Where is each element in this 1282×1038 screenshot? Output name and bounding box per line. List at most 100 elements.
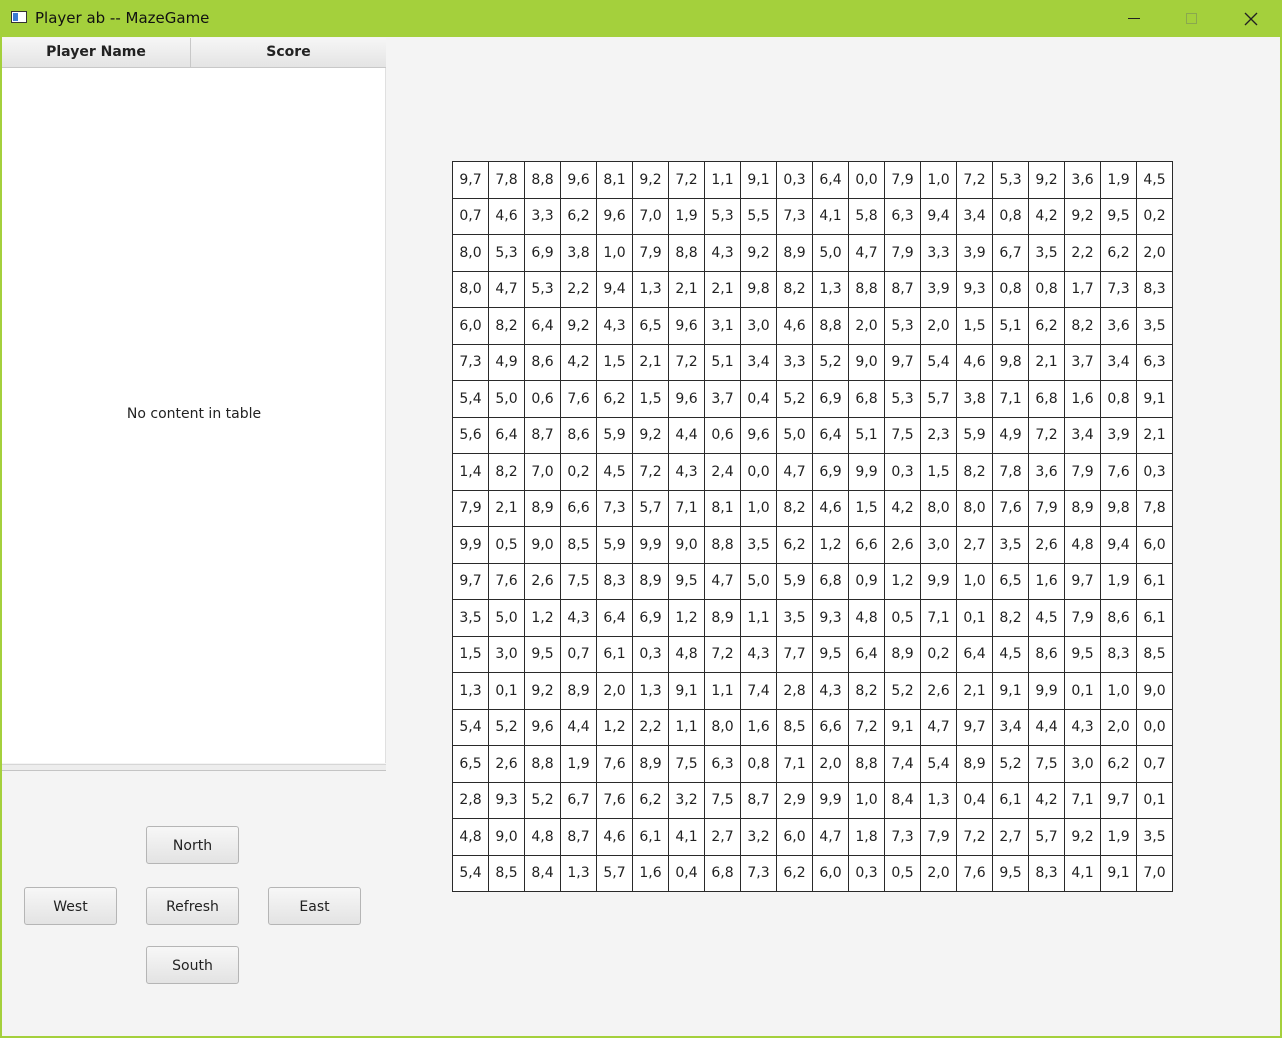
score-table[interactable]: Player Name Score No content in table: [2, 38, 386, 763]
maze-cell: 0,7: [452, 197, 489, 235]
maze-cell: 2,7: [956, 526, 993, 564]
maze-cell: 4,3: [1064, 708, 1101, 746]
maze-cell: 5,2: [992, 745, 1029, 783]
maze-cell: 4,7: [920, 708, 957, 746]
west-button[interactable]: West: [24, 887, 117, 925]
maze-cell: 7,6: [560, 380, 597, 418]
maze-cell: 5,7: [1028, 818, 1065, 856]
maze-cell: 8,8: [812, 307, 849, 345]
maze-cell: 8,1: [596, 161, 633, 199]
maze-cell: 5,1: [992, 307, 1029, 345]
maze-cell: 7,6: [992, 489, 1029, 527]
maze-cell: 8,9: [956, 745, 993, 783]
maze-row: 0,7 4,6 3,3 6,2 9,6 7,0 1,9 5,3 5,5 7,3 4,1 5,8 6,3 9…: [452, 197, 1173, 235]
maze-cell: 6,4: [956, 635, 993, 673]
maze-cell: 7,1: [992, 380, 1029, 418]
minimize-button[interactable]: [1105, 0, 1163, 37]
maze-cell: 6,2: [1028, 307, 1065, 345]
maze-cell: 4,8: [1064, 526, 1101, 564]
maze-cell: 7,8: [488, 161, 525, 199]
maze-cell: 3,0: [488, 635, 525, 673]
maze-cell: 2,1: [956, 672, 993, 710]
maze-cell: 8,2: [1064, 307, 1101, 345]
maze-cell: 8,8: [848, 745, 885, 783]
maze-cell: 2,2: [560, 270, 597, 308]
maze-cell: 6,0: [1136, 526, 1173, 564]
close-icon: [1244, 12, 1258, 26]
east-button[interactable]: East: [268, 887, 361, 925]
maze-cell: 4,3: [560, 599, 597, 637]
maze-row: 5,4 5,0 0,6 7,6 6,2 1,5 9,6 3,7 0,4 5,2 6,9 6,8 5,3 5…: [452, 380, 1173, 418]
close-button[interactable]: [1222, 0, 1280, 37]
maze-cell: 2,7: [992, 818, 1029, 856]
maze-cell: 8,3: [1028, 854, 1065, 892]
maze-cell: 1,2: [596, 708, 633, 746]
maze-cell: 4,2: [560, 343, 597, 381]
maze-cell: 7,9: [884, 161, 921, 199]
maze-cell: 2,1: [632, 343, 669, 381]
maze-cell: 7,9: [884, 234, 921, 272]
maze-cell: 8,3: [1136, 270, 1173, 308]
maze-cell: 2,0: [920, 854, 957, 892]
title-bar[interactable]: Player ab -- MazeGame: [0, 0, 1282, 37]
maze-cell: 1,8: [848, 818, 885, 856]
maze-cell: 9,1: [740, 161, 777, 199]
south-button[interactable]: South: [146, 946, 239, 984]
maze-cell: 6,8: [1028, 380, 1065, 418]
maze-cell: 9,0: [668, 526, 705, 564]
maze-row: 5,6 6,4 8,7 8,6 5,9 9,2 4,4 0,6 9,6 5,0 6,4 5,1 7,5 2…: [452, 416, 1173, 454]
maze-cell: 1,0: [596, 234, 633, 272]
north-button[interactable]: North: [146, 826, 239, 864]
maximize-button[interactable]: [1163, 0, 1221, 37]
maze-cell: 4,5: [1136, 161, 1173, 199]
split-divider[interactable]: [2, 764, 386, 771]
maze-cell: 6,7: [992, 234, 1029, 272]
maze-row: 8,0 4,7 5,3 2,2 9,4 1,3 2,1 2,1 9,8 8,2 1,3 8,8 8,7 3…: [452, 270, 1173, 308]
maze-cell: 6,9: [812, 453, 849, 491]
maze-cell: 6,0: [776, 818, 813, 856]
maze-cell: 9,7: [884, 343, 921, 381]
maze-cell: 4,9: [992, 416, 1029, 454]
maze-cell: 9,1: [1100, 854, 1137, 892]
maze-cell: 8,2: [992, 599, 1029, 637]
column-header-score[interactable]: Score: [191, 38, 386, 67]
maze-cell: 7,4: [740, 672, 777, 710]
maze-cell: 4,6: [596, 818, 633, 856]
maze-row: 5,4 5,2 9,6 4,4 1,2 2,2 1,1 8,0 1,6 8,5 6,6 7,2 9,1 4…: [452, 708, 1173, 746]
maze-cell: 2,9: [776, 781, 813, 819]
maze-cell: 2,0: [1100, 708, 1137, 746]
maze-cell: 8,9: [632, 562, 669, 600]
maze-cell: 9,1: [668, 672, 705, 710]
maze-cell: 5,2: [776, 380, 813, 418]
maze-grid: 9,7 7,8 8,8 9,6 8,1 9,2 7,2 1,1 9,1 0,3 6,4 0,0 7,9 1…: [452, 161, 1173, 892]
maze-cell: 9,9: [920, 562, 957, 600]
maze-cell: 1,5: [596, 343, 633, 381]
maze-cell: 6,1: [632, 818, 669, 856]
maze-cell: 2,0: [812, 745, 849, 783]
maze-cell: 1,0: [848, 781, 885, 819]
maze-cell: 5,3: [704, 197, 741, 235]
maze-cell: 4,4: [668, 416, 705, 454]
maze-cell: 4,8: [524, 818, 561, 856]
maze-cell: 4,3: [668, 453, 705, 491]
maze-cell: 7,9: [1064, 453, 1101, 491]
maze-cell: 9,7: [1100, 781, 1137, 819]
maze-cell: 1,1: [704, 672, 741, 710]
maze-cell: 9,1: [884, 708, 921, 746]
maze-cell: 1,3: [452, 672, 489, 710]
maze-cell: 8,5: [1136, 635, 1173, 673]
maze-cell: 3,4: [992, 708, 1029, 746]
maze-cell: 6,7: [560, 781, 597, 819]
maze-cell: 6,9: [524, 234, 561, 272]
maze-cell: 9,6: [596, 197, 633, 235]
refresh-button[interactable]: Refresh: [146, 887, 239, 925]
maze-cell: 9,5: [992, 854, 1029, 892]
maze-cell: 7,2: [632, 453, 669, 491]
maze-cell: 0,0: [1136, 708, 1173, 746]
maze-cell: 3,5: [1028, 234, 1065, 272]
column-header-player-name[interactable]: Player Name: [2, 38, 191, 67]
maze-cell: 8,2: [776, 489, 813, 527]
maze-cell: 8,2: [956, 453, 993, 491]
maze-cell: 7,2: [956, 161, 993, 199]
maze-cell: 3,7: [704, 380, 741, 418]
